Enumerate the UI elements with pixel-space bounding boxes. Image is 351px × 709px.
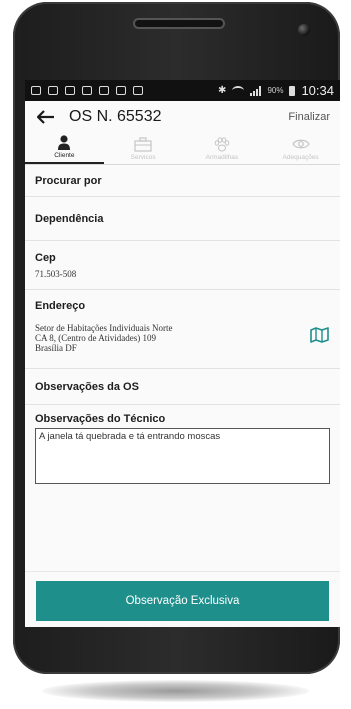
- field-label: Procurar por: [35, 174, 102, 187]
- field-label: Observações do Técnico: [35, 413, 166, 425]
- cep-value: 71.503-508: [35, 269, 77, 279]
- app-header: OS N. 65532 Finalizar: [25, 101, 340, 133]
- tech-notes-field: Observações do Técnico A janela tá quebr…: [25, 405, 340, 491]
- back-arrow-icon[interactable]: [35, 106, 57, 128]
- tab-adequacoes[interactable]: Adequações: [261, 133, 340, 164]
- front-camera: [298, 24, 310, 36]
- field-label: Dependência: [35, 212, 104, 225]
- earpiece-speaker: [133, 18, 225, 29]
- notification-icon: [31, 86, 41, 95]
- tech-notes-textarea[interactable]: A janela tá quebrada e tá entrando mosca…: [35, 428, 330, 484]
- tab-servicos[interactable]: Servicos: [104, 133, 183, 164]
- finalize-button[interactable]: Finalizar: [288, 111, 330, 123]
- tab-bar: Cliente Servicos Armadilhas Adequações: [25, 133, 340, 165]
- notification-icon: [116, 86, 126, 95]
- field-label: Endereço: [35, 300, 86, 312]
- phone-shadow: [42, 680, 309, 702]
- map-icon[interactable]: [310, 327, 330, 343]
- wifi-icon: [232, 86, 245, 95]
- tab-label: Servicos: [130, 154, 156, 161]
- status-bar: ✱ 90% 10:34: [25, 80, 340, 101]
- notification-icons: [31, 86, 143, 95]
- field-label: Cep: [35, 252, 56, 264]
- flag-icon: [99, 86, 109, 95]
- address-line: CA 8, (Centro de Atividades) 109: [35, 333, 156, 343]
- tab-label: Cliente: [54, 152, 75, 159]
- page-title: OS N. 65532: [69, 108, 162, 125]
- briefcase-icon: [134, 136, 152, 152]
- address-line: Brasília DF: [35, 343, 77, 353]
- tab-armadilhas[interactable]: Armadilhas: [183, 133, 262, 164]
- bottom-action-area: Observação Exclusiva: [25, 571, 340, 627]
- address-line: Setor de Habitações Individuais Norte: [35, 323, 173, 333]
- clock: 10:34: [301, 83, 334, 98]
- client-form: Procurar por Dependência Cep 71.503-508 …: [25, 165, 340, 491]
- notification-icon: [82, 86, 92, 95]
- exclusive-observation-button[interactable]: Observação Exclusiva: [36, 581, 329, 621]
- tab-label: Armadilhas: [205, 154, 239, 161]
- mail-icon: [65, 86, 75, 95]
- dependency-field[interactable]: Dependência: [25, 197, 340, 241]
- app-screen: ✱ 90% 10:34 OS N. 65532 Finalizar Client…: [25, 80, 340, 627]
- tab-label: Adequações: [282, 154, 319, 161]
- paw-icon: [214, 136, 230, 152]
- tab-cliente[interactable]: Cliente: [25, 133, 104, 164]
- battery-icon: [289, 85, 296, 96]
- notification-icon: [48, 86, 58, 95]
- eye-icon: [291, 136, 310, 152]
- bluetooth-icon: ✱: [218, 85, 227, 96]
- os-notes-field[interactable]: Observações da OS: [25, 369, 340, 405]
- address-field: Endereço Setor de Habitações Individuais…: [25, 290, 340, 369]
- search-field[interactable]: Procurar por: [25, 165, 340, 197]
- signal-icon: [250, 85, 262, 96]
- field-label: Observações da OS: [35, 380, 139, 393]
- person-icon: [57, 134, 71, 150]
- notification-icon: [133, 86, 143, 95]
- battery-percent: 90%: [267, 86, 284, 95]
- cep-field: Cep 71.503-508: [25, 241, 340, 290]
